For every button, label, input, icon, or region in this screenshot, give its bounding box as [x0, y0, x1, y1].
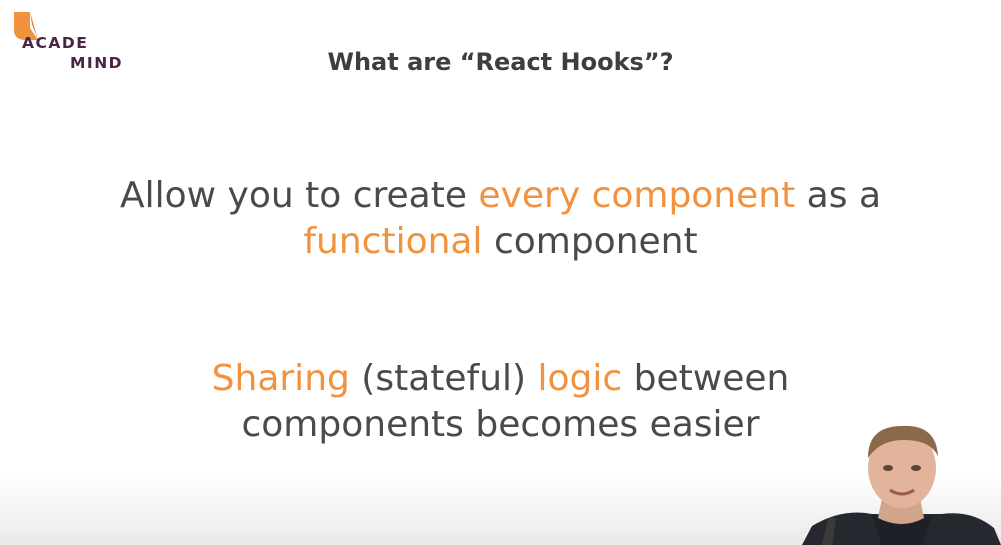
point2-highlight-b: logic: [537, 358, 623, 399]
point1-text-c: component: [482, 221, 698, 262]
point2-text-b: between: [622, 358, 790, 399]
point2-text-c: components becomes easier: [241, 404, 760, 445]
slide: ACADE MIND What are “React Hooks”? Allow…: [0, 0, 1001, 545]
point1-text-b: as a: [795, 175, 881, 216]
point2-highlight-a: Sharing: [211, 358, 350, 399]
slide-title: What are “React Hooks”?: [327, 48, 674, 76]
point1-highlight-b: functional: [303, 221, 483, 262]
point1-text-a: Allow you to create: [119, 175, 479, 216]
presenter-webcam-icon: [802, 425, 1001, 545]
point1-highlight-a: every component: [478, 175, 796, 216]
point2-text-a: (stateful): [349, 358, 538, 399]
bullet-point-1: Allow you to create every component as a…: [0, 173, 1001, 265]
